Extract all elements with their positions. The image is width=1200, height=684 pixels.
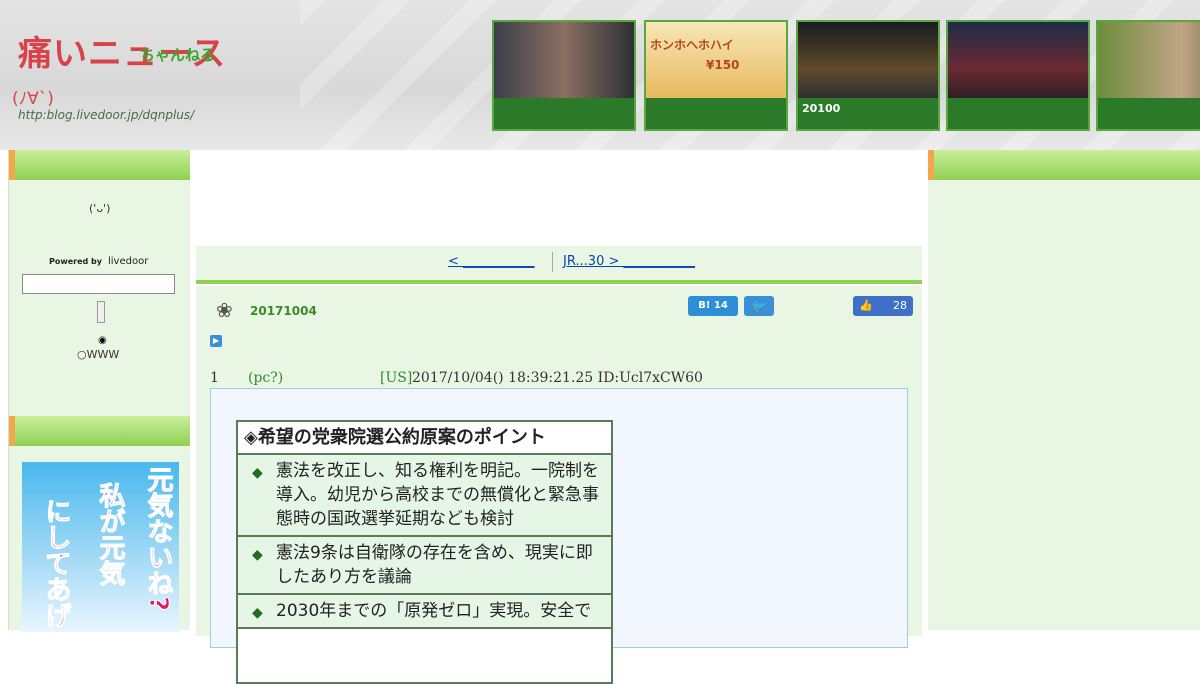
thumbnail-image (1098, 22, 1200, 100)
banner-text-2: 私が元気 (95, 482, 126, 587)
facebook-count: 28 (893, 299, 907, 312)
policy-card-image: ◈希望の党衆院選公約原案のポイント ◆ 憲法を改正し、知る権利を明記。一院制を導入… (236, 420, 613, 684)
article-nav: < ___________ JR...30 > ___________ (196, 246, 922, 284)
powered-by: Powered by livedoor (49, 256, 148, 267)
radio-www[interactable]: ○WWW (77, 348, 119, 361)
cube-icon: ◈ (244, 427, 258, 448)
thumbnail-image (948, 22, 1088, 100)
res-country: [US] (380, 370, 413, 386)
sidebar-header-bar (928, 150, 1200, 180)
sidebar-header-bar-2 (9, 416, 191, 446)
res-meta: 2017/10/04() 18:39:21.25 ID:Ucl7xCW60 (412, 370, 703, 386)
thumbnail-image (798, 22, 938, 100)
search-button[interactable] (97, 301, 105, 323)
card-item: ◆ 憲法を改正し、知る権利を明記。一院制を導入。幼児から高校までの無償化と緊急事態… (238, 455, 611, 537)
thumbnail-image: ホンホヘホハイ ¥150 (646, 22, 786, 100)
logo-kaomoji: (ﾉ∀`) (12, 89, 54, 109)
sidebar-kaomoji: ('ᴗ') (89, 202, 111, 215)
card-item: ◆ 2030年までの「原発ゼロ」実現。安全で (238, 595, 611, 629)
twitter-icon: 🐦 (751, 299, 767, 313)
thumbnail-image (494, 22, 634, 100)
hatena-label: B! (698, 300, 711, 311)
thumbnail-caption (948, 98, 1088, 129)
thumbnail-text: ホンホヘホハイ (650, 38, 734, 52)
thumbnail-2[interactable]: ホンホヘホハイ ¥150 (644, 20, 788, 131)
post-icon: ❀ (216, 298, 233, 322)
card-item-text: 2030年までの「原発ゼロ」実現。安全で (276, 601, 592, 621)
logo-sub: ちゃんねる (140, 46, 216, 64)
site-header: 痛いニュース ちゃんねる (ﾉ∀`) http:blog.livedoor.jp… (0, 0, 1200, 150)
thumbnail-caption (1098, 98, 1200, 129)
post: ❀ 20171004 B! 14 🐦 👍 28 ▶ 1 (pc?) [US] 2… (196, 286, 922, 684)
logo-url: http:blog.livedoor.jp/dqnplus/ (18, 108, 195, 122)
card-item-text: 憲法を改正し、知る権利を明記。一院制を導入。幼児から高校までの無償化と緊急事態時… (276, 461, 599, 529)
site-logo[interactable]: 痛いニュース ちゃんねる (ﾉ∀`) http:blog.livedoor.jp… (10, 22, 250, 132)
radio-site[interactable]: ◉ (98, 335, 107, 346)
res-number: 1 (210, 370, 219, 386)
thumbnail-caption: 20100 (798, 98, 938, 129)
next-article-link[interactable]: JR...30 > ___________ (563, 254, 695, 269)
thumbnail-price: ¥150 (706, 58, 740, 72)
card-item: ◆ 憲法9条は自衛隊の存在を含め、現実に即したあり方を議論 (238, 537, 611, 595)
right-sidebar (928, 150, 1200, 630)
thumbnail-1[interactable] (492, 20, 636, 131)
card-item-text: 憲法9条は自衛隊の存在を含め、現実に即したあり方を議論 (276, 543, 593, 587)
res-name: (pc?) (248, 370, 284, 386)
search-input[interactable] (22, 274, 175, 294)
ad-banner[interactable]: 元気ないね? 私が元気 にしてあげ (22, 462, 179, 632)
nav-separator (552, 252, 553, 272)
res-body: ◈希望の党衆院選公約原案のポイント ◆ 憲法を改正し、知る権利を明記。一院制を導入… (210, 388, 908, 684)
prev-article-link[interactable]: < ___________ (448, 254, 535, 269)
play-icon[interactable]: ▶ (210, 335, 222, 347)
radio-www-label: WWW (86, 348, 120, 361)
thumbnail-strip: ホンホヘホハイ ¥150 20100 (492, 20, 1200, 133)
twitter-share-button[interactable]: 🐦 (744, 296, 774, 316)
sidebar-header-bar (9, 150, 191, 180)
thumbnail-4[interactable] (946, 20, 1090, 131)
post-date: 20171004 (250, 304, 317, 318)
diamond-icon: ◆ (252, 547, 263, 563)
thumbnail-3[interactable]: 20100 (796, 20, 940, 131)
banner-text-3: にしてあげ (41, 498, 72, 629)
facebook-like-button[interactable]: 👍 28 (853, 296, 913, 316)
card-title-text: 希望の党衆院選公約原案のポイント (257, 427, 546, 448)
livedoor-brand[interactable]: livedoor (108, 256, 148, 267)
diamond-icon: ◆ (252, 605, 263, 621)
hatena-count: 14 (713, 300, 728, 311)
thumbnail-caption-bar (646, 98, 786, 129)
thumbnail-caption (494, 98, 634, 129)
hatena-bookmark-button[interactable]: B! 14 (688, 296, 738, 316)
banner-text-1: 元気ないね? (143, 465, 174, 612)
thumbnail-5[interactable] (1096, 20, 1200, 131)
thumbs-up-icon: 👍 (859, 299, 873, 312)
main-content: < ___________ JR...30 > ___________ ❀ 20… (190, 150, 929, 684)
diamond-icon: ◆ (252, 465, 263, 481)
powered-by-label: Powered by (49, 257, 102, 266)
left-sidebar: ('ᴗ') Powered by livedoor ◉ ○WWW 元気ないね? 私… (8, 150, 192, 632)
card-title: ◈希望の党衆院選公約原案のポイント (238, 422, 611, 455)
